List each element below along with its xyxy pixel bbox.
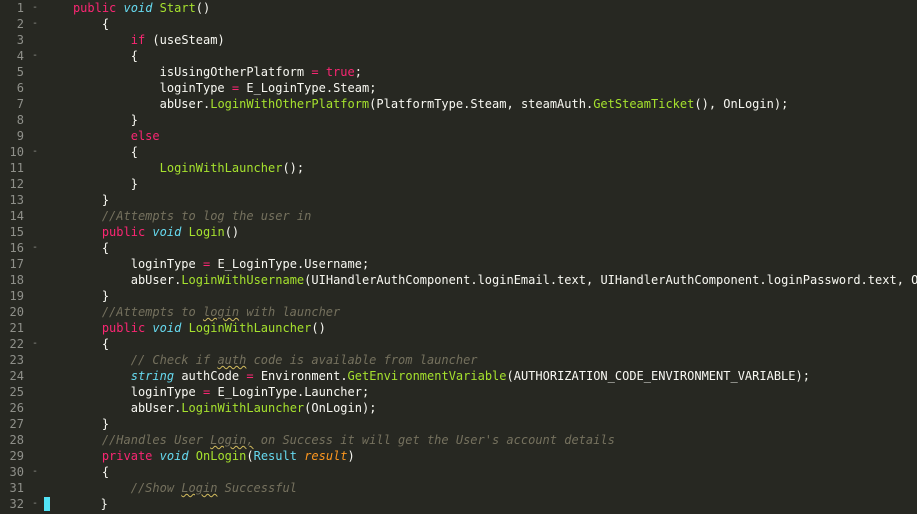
code-line[interactable]: public void Login() — [44, 224, 917, 240]
code-line[interactable]: else — [44, 128, 917, 144]
line-number[interactable]: 32 — [4, 496, 24, 512]
line-number[interactable]: 11 — [4, 160, 24, 176]
line-number[interactable]: 15 — [4, 224, 24, 240]
code-line[interactable]: } — [44, 192, 917, 208]
code-line[interactable]: string authCode = Environment.GetEnviron… — [44, 368, 917, 384]
line-number[interactable]: 29 — [4, 448, 24, 464]
line-number[interactable]: 31 — [4, 480, 24, 496]
code-line[interactable]: } — [44, 288, 917, 304]
line-number[interactable]: 16 — [4, 240, 24, 256]
line-number[interactable]: 8 — [4, 112, 24, 128]
code-line[interactable]: { — [44, 16, 917, 32]
code-line[interactable]: abUser.LoginWithLauncher(OnLogin); — [44, 400, 917, 416]
line-number[interactable]: 26 — [4, 400, 24, 416]
code-line[interactable]: public void LoginWithLauncher() — [44, 320, 917, 336]
line-number[interactable]: 5 — [4, 64, 24, 80]
code-line[interactable]: //Attempts to log the user in — [44, 208, 917, 224]
code-area[interactable]: public void Start() { if (useSteam) { is… — [38, 0, 917, 514]
line-number[interactable]: 14 — [4, 208, 24, 224]
line-number[interactable]: 1 — [4, 0, 24, 16]
line-number[interactable]: 10 — [4, 144, 24, 160]
line-number[interactable]: 30 — [4, 464, 24, 480]
line-number[interactable]: 23 — [4, 352, 24, 368]
line-number[interactable]: 20 — [4, 304, 24, 320]
line-number[interactable]: 17 — [4, 256, 24, 272]
code-line[interactable]: loginType = E_LoginType.Steam; — [44, 80, 917, 96]
code-line[interactable]: { — [44, 144, 917, 160]
code-line[interactable]: loginType = E_LoginType.Username; — [44, 256, 917, 272]
code-line[interactable]: if (useSteam) — [44, 32, 917, 48]
line-number[interactable]: 22 — [4, 336, 24, 352]
code-line[interactable]: { — [44, 240, 917, 256]
line-number[interactable]: 21 — [4, 320, 24, 336]
line-number[interactable]: 18 — [4, 272, 24, 288]
line-number[interactable]: 24 — [4, 368, 24, 384]
line-number[interactable]: 12 — [4, 176, 24, 192]
code-line[interactable]: isUsingOtherPlatform = true; — [44, 64, 917, 80]
line-number[interactable]: 13 — [4, 192, 24, 208]
code-line[interactable]: } — [44, 112, 917, 128]
code-line[interactable]: { — [44, 48, 917, 64]
code-line[interactable]: abUser.LoginWithUsername(UIHandlerAuthCo… — [44, 272, 917, 288]
line-number[interactable]: 2 — [4, 16, 24, 32]
line-number[interactable]: 25 — [4, 384, 24, 400]
line-number[interactable]: 19 — [4, 288, 24, 304]
code-line[interactable]: // Check if auth code is available from … — [44, 352, 917, 368]
code-line[interactable]: loginType = E_LoginType.Launcher; — [44, 384, 917, 400]
code-line[interactable]: public void Start() — [44, 0, 917, 16]
code-editor[interactable]: 1234567891011121314151617181920212223242… — [0, 0, 917, 514]
line-number[interactable]: 28 — [4, 432, 24, 448]
line-number[interactable]: 27 — [4, 416, 24, 432]
line-number[interactable]: 3 — [4, 32, 24, 48]
code-line[interactable]: private void OnLogin(Result result) — [44, 448, 917, 464]
code-line[interactable]: LoginWithLauncher(); — [44, 160, 917, 176]
code-line[interactable]: abUser.LoginWithOtherPlatform(PlatformTy… — [44, 96, 917, 112]
line-number[interactable]: 7 — [4, 96, 24, 112]
code-line[interactable]: } — [44, 496, 917, 512]
code-line[interactable]: { — [44, 464, 917, 480]
code-line[interactable]: //Handles User Login, on Success it will… — [44, 432, 917, 448]
line-number[interactable]: 9 — [4, 128, 24, 144]
line-number[interactable]: 4 — [4, 48, 24, 64]
code-line[interactable]: } — [44, 176, 917, 192]
code-line[interactable]: //Attempts to login with launcher — [44, 304, 917, 320]
code-line[interactable]: } — [44, 416, 917, 432]
line-number-gutter[interactable]: 1234567891011121314151617181920212223242… — [0, 0, 32, 514]
line-number[interactable]: 6 — [4, 80, 24, 96]
code-line[interactable]: //Show Login Successful — [44, 480, 917, 496]
code-line[interactable]: { — [44, 336, 917, 352]
